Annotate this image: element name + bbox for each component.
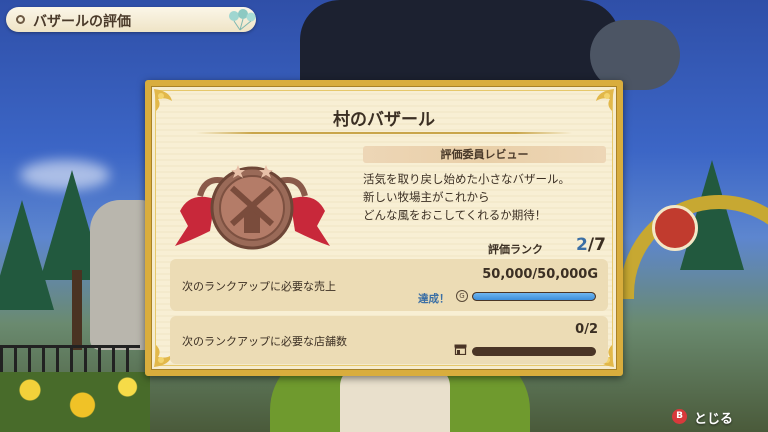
shops-requirement-label: 次のランクアップに必要な店舗数 — [182, 335, 347, 348]
panel-inner: 村のバザール 評価委員レビュー 活気を取り戻し始めた小さなバザール。 新しい牧場… — [154, 89, 614, 367]
title-bullet-icon — [16, 15, 25, 24]
rank-total: 7 — [594, 235, 606, 255]
bazaar-evaluation-panel: 村のバザール 評価委員レビュー 活気を取り戻し始めた小さなバザール。 新しい牧場… — [145, 80, 623, 376]
screen-title: バザールの評価 — [33, 14, 131, 30]
medal-windmill-icon — [175, 165, 330, 250]
close-label[interactable]: とじる — [694, 408, 733, 427]
sales-progress-bar — [472, 292, 596, 301]
screen-title-bar: バザールの評価 — [6, 7, 256, 32]
rank-label: 評価ランク — [488, 243, 543, 256]
shops-requirement-row: 次のランクアップに必要な店舗数 0/2 — [170, 316, 608, 364]
review-header: 評価委員レビュー — [363, 146, 606, 163]
shop-icon — [454, 344, 467, 355]
flower-bed — [0, 372, 150, 432]
sales-requirement-label: 次のランクアップに必要な売上 — [182, 280, 336, 293]
rank-current: 2 — [576, 235, 588, 255]
balloons-icon — [229, 9, 256, 31]
review-text: 活気を取り戻し始めた小さなバザール。 新しい牧場主がこれから どんな風をおこして… — [363, 172, 570, 222]
tree-trunk — [72, 270, 82, 350]
title-divider — [196, 132, 572, 134]
sales-requirement-value: 50,000/50,000G — [482, 267, 598, 282]
windmill-emblem-icon — [652, 205, 698, 251]
achieved-label: 達成！ — [418, 293, 450, 305]
bazaar-arch — [620, 195, 768, 299]
shops-progress-bar — [472, 347, 596, 356]
b-button-icon[interactable]: B — [672, 409, 687, 424]
panel-title: 村のバザール — [333, 110, 435, 130]
sales-progress-fill — [473, 293, 595, 300]
sales-requirement-row: 次のランクアップに必要な売上 50,000/50,000G 達成！ G — [170, 259, 608, 311]
shops-requirement-value: 0/2 — [575, 322, 598, 337]
coin-icon: G — [456, 290, 468, 302]
rank-value: 2/7 — [576, 235, 606, 255]
